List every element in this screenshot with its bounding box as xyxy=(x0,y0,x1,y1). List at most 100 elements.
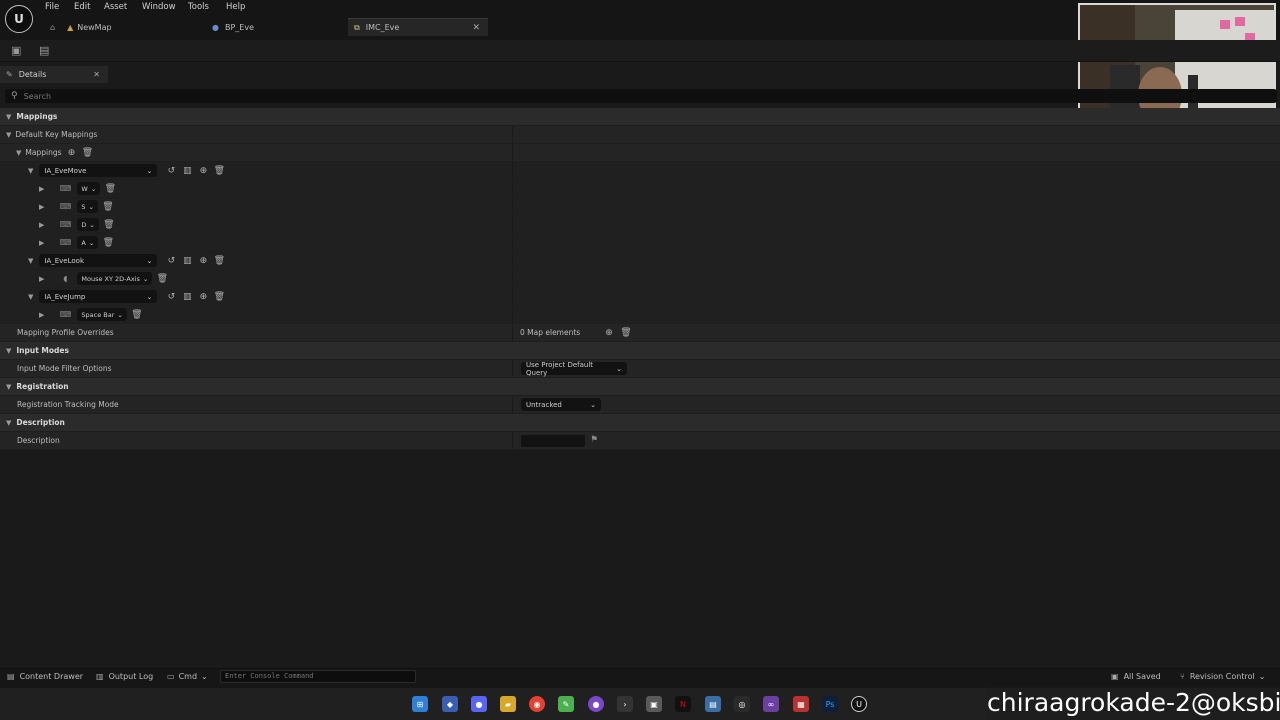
collapse-arrow-icon[interactable]: ▼ xyxy=(6,113,11,121)
taskbar-app-icon[interactable]: ▣ xyxy=(646,696,662,712)
taskbar-app-icon[interactable]: ▤ xyxy=(705,696,721,712)
delete-action-icon[interactable]: 🗑 xyxy=(213,255,225,267)
expand-arrow-icon[interactable]: ▶ xyxy=(39,311,44,319)
flag-icon[interactable]: ⚑ xyxy=(590,435,598,445)
close-tab-icon[interactable]: ✕ xyxy=(472,23,480,33)
key-select[interactable]: W ⌄ xyxy=(77,182,101,195)
key-row[interactable]: ▶ ⌨ A ⌄ 🗑 xyxy=(0,234,1280,252)
key-select[interactable]: S ⌄ xyxy=(77,200,98,213)
action-row[interactable]: ▼ IA_EveMove ⌄ ↺ ▥ ⊕ 🗑 xyxy=(0,162,1280,180)
save-icon[interactable]: ▣ xyxy=(11,44,25,58)
expand-arrow-icon[interactable]: ▶ xyxy=(39,239,44,247)
unreal-engine-icon[interactable]: U xyxy=(851,696,867,712)
netflix-icon[interactable]: N xyxy=(675,696,691,712)
discord-icon[interactable]: ● xyxy=(471,696,487,712)
key-select[interactable]: Mouse XY 2D-Axis ⌄ xyxy=(77,272,153,285)
content-drawer-button[interactable]: ▤ Content Drawer xyxy=(7,672,83,681)
description-input[interactable] xyxy=(521,435,585,447)
expand-arrow-icon[interactable]: ▶ xyxy=(39,221,44,229)
delete-action-icon[interactable]: 🗑 xyxy=(213,165,225,177)
add-key-icon[interactable]: ⊕ xyxy=(197,165,209,177)
browse-icon[interactable]: ▤ xyxy=(39,44,53,58)
description-row[interactable]: Description ⚑ xyxy=(0,432,1280,450)
reset-icon[interactable]: ↺ xyxy=(165,291,177,303)
reset-icon[interactable]: ↺ xyxy=(165,255,177,267)
add-element-icon[interactable]: ⊕ xyxy=(65,147,77,159)
notepad-icon[interactable]: ✎ xyxy=(558,696,574,712)
visual-studio-icon[interactable]: ∞ xyxy=(763,696,779,712)
collapse-arrow-icon[interactable]: ▼ xyxy=(28,167,33,175)
menu-tools[interactable]: Tools xyxy=(188,2,209,12)
console-input[interactable] xyxy=(221,672,411,680)
collapse-arrow-icon[interactable]: ▼ xyxy=(6,131,11,139)
browse-asset-icon[interactable]: ▥ xyxy=(181,291,193,303)
collapse-arrow-icon[interactable]: ▼ xyxy=(6,347,11,355)
category-input-modes[interactable]: ▼ Input Modes xyxy=(0,342,1280,360)
unreal-logo-icon[interactable]: U xyxy=(5,5,33,33)
terminal-icon[interactable]: › xyxy=(617,696,633,712)
default-key-mappings-row[interactable]: ▼ Default Key Mappings xyxy=(0,126,1280,144)
delete-key-icon[interactable]: 🗑 xyxy=(103,219,115,231)
add-key-icon[interactable]: ⊕ xyxy=(197,255,209,267)
taskbar-app-icon[interactable]: ◆ xyxy=(442,696,458,712)
collapse-arrow-icon[interactable]: ▼ xyxy=(28,257,33,265)
action-select[interactable]: IA_EveLook ⌄ xyxy=(39,254,158,267)
mappings-array-row[interactable]: ▼ Mappings ⊕ 🗑 xyxy=(0,144,1280,162)
expand-arrow-icon[interactable]: ▶ xyxy=(39,185,44,193)
cmd-button[interactable]: ▭ Cmd ⌄ xyxy=(167,672,208,681)
expand-arrow-icon[interactable]: ▶ xyxy=(39,275,44,283)
collapse-arrow-icon[interactable]: ▼ xyxy=(6,383,11,391)
delete-key-icon[interactable]: 🗑 xyxy=(102,237,114,249)
delete-key-icon[interactable]: 🗑 xyxy=(102,201,114,213)
add-key-icon[interactable]: ⊕ xyxy=(197,291,209,303)
key-row[interactable]: ▶ ⌨ W ⌄ 🗑 xyxy=(0,180,1280,198)
key-row[interactable]: ▶ ⌨ D ⌄ 🗑 xyxy=(0,216,1280,234)
start-menu-icon[interactable]: ⊞ xyxy=(412,696,428,712)
key-select[interactable]: Space Bar ⌄ xyxy=(77,308,127,321)
action-row[interactable]: ▼ IA_EveJump ⌄ ↺ ▥ ⊕ 🗑 xyxy=(0,288,1280,306)
mapping-profile-overrides-row[interactable]: Mapping Profile Overrides 0 Map elements… xyxy=(0,324,1280,342)
all-saved-button[interactable]: ▣ All Saved xyxy=(1111,672,1161,681)
category-description[interactable]: ▼ Description xyxy=(0,414,1280,432)
key-select[interactable]: A ⌄ xyxy=(77,236,99,249)
action-row[interactable]: ▼ IA_EveLook ⌄ ↺ ▥ ⊕ 🗑 xyxy=(0,252,1280,270)
delete-all-icon[interactable]: 🗑 xyxy=(620,327,632,339)
delete-key-icon[interactable]: 🗑 xyxy=(104,183,116,195)
chrome-icon[interactable]: ◉ xyxy=(529,696,545,712)
browse-asset-icon[interactable]: ▥ xyxy=(181,255,193,267)
taskbar-app-icon[interactable]: ▦ xyxy=(793,696,809,712)
delete-all-icon[interactable]: 🗑 xyxy=(81,147,93,159)
browse-asset-icon[interactable]: ▥ xyxy=(181,165,193,177)
delete-key-icon[interactable]: 🗑 xyxy=(131,309,143,321)
console-command-field[interactable] xyxy=(220,670,416,683)
collapse-arrow-icon[interactable]: ▼ xyxy=(28,293,33,301)
tab-imc-eve[interactable]: ⧉ IMC_Eve ✕ xyxy=(348,18,488,36)
expand-arrow-icon[interactable]: ▶ xyxy=(39,203,44,211)
tab-newmap[interactable]: ⌂ ▲ NewMap xyxy=(44,18,204,36)
key-row[interactable]: ▶ ◖ Mouse XY 2D-Axis ⌄ 🗑 xyxy=(0,270,1280,288)
menu-edit[interactable]: Edit xyxy=(74,2,90,12)
registration-tracking-row[interactable]: Registration Tracking Mode Untracked ⌄ xyxy=(0,396,1280,414)
revision-control-button[interactable]: ⑂ Revision Control ⌄ xyxy=(1180,672,1265,681)
output-log-button[interactable]: ▥ Output Log xyxy=(96,672,153,681)
details-tab[interactable]: ✎ Details ✕ xyxy=(0,66,108,83)
registration-tracking-select[interactable]: Untracked ⌄ xyxy=(521,398,601,411)
key-row[interactable]: ▶ ⌨ S ⌄ 🗑 xyxy=(0,198,1280,216)
input-mode-filter-select[interactable]: Use Project Default Query ⌄ xyxy=(521,361,627,377)
search-input[interactable] xyxy=(23,91,1224,101)
delete-key-icon[interactable]: 🗑 xyxy=(156,273,168,285)
action-select[interactable]: IA_EveMove ⌄ xyxy=(39,164,158,177)
menu-window[interactable]: Window xyxy=(142,2,176,12)
github-icon[interactable]: ● xyxy=(588,696,604,712)
menu-asset[interactable]: Asset xyxy=(104,2,127,12)
menu-help[interactable]: Help xyxy=(226,2,245,12)
input-mode-filter-row[interactable]: Input Mode Filter Options Use Project De… xyxy=(0,360,1280,378)
photoshop-icon[interactable]: Ps xyxy=(822,696,838,712)
close-details-icon[interactable]: ✕ xyxy=(93,70,100,79)
add-element-icon[interactable]: ⊕ xyxy=(603,327,615,339)
delete-action-icon[interactable]: 🗑 xyxy=(213,291,225,303)
tab-bp-eve[interactable]: ● BP_Eve xyxy=(206,18,346,36)
reset-icon[interactable]: ↺ xyxy=(165,165,177,177)
category-mappings[interactable]: ▼ Mappings xyxy=(0,108,1280,126)
file-explorer-icon[interactable]: ▰ xyxy=(500,696,516,712)
